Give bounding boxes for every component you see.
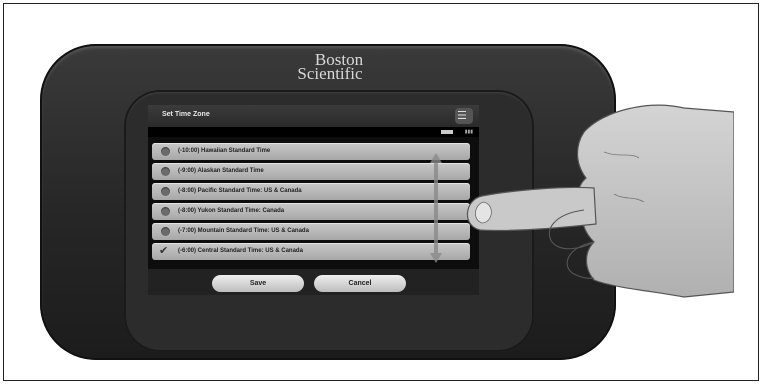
timezone-label: (-7:00) Mountain Standard Time: US & Can… [178,228,309,234]
timezone-label: (-10:00) Hawaiian Standard Time [178,148,271,154]
page-title: Set Time Zone [162,111,210,118]
timezone-label: (-8:00) Yukon Standard Time: Canada [178,208,285,214]
button-bar: Save Cancel [148,269,479,295]
timezone-list[interactable]: (-10:00) Hawaiian Standard Time (-9:00) … [152,143,470,263]
brand-line-2: Scientific [297,64,363,83]
timezone-label: (-8:00) Pacific Standard Time: US & Cana… [178,188,302,194]
radio-icon [161,207,170,216]
brand-logo: Boston Scientific [280,51,380,83]
radio-icon [161,187,170,196]
timezone-row[interactable]: (-9:00) Alaskan Standard Time [152,163,470,180]
timezone-row[interactable]: (-7:00) Mountain Standard Time: US & Can… [152,223,470,240]
timezone-label: (-9:00) Alaskan Standard Time [178,168,264,174]
timezone-row[interactable]: (-10:00) Hawaiian Standard Time [152,143,470,160]
timezone-row-selected[interactable]: ✔ (-6:00) Central Standard Time: US & Ca… [152,243,470,260]
hand-illustration [466,104,734,298]
title-bar: Set Time Zone ☰ [148,105,479,127]
timezone-row[interactable]: (-8:00) Yukon Standard Time: Canada [152,203,470,220]
radio-icon [161,167,170,176]
radio-icon [161,147,170,156]
timezone-label: (-6:00) Central Standard Time: US & Cana… [178,248,303,254]
cancel-button[interactable]: Cancel [314,275,406,292]
status-bar: ▮▮▮ [148,127,479,137]
radio-icon [161,227,170,236]
save-button[interactable]: Save [212,275,304,292]
timezone-row[interactable]: (-8:00) Pacific Standard Time: US & Cana… [152,183,470,200]
touch-screen: Set Time Zone ☰ ▮▮▮ (-10:00) Hawaiian St… [148,105,479,295]
figure-frame: Boston Scientific Set Time Zone ☰ ▮▮▮ (-… [3,3,759,381]
checkmark-icon: ✔ [159,245,169,257]
